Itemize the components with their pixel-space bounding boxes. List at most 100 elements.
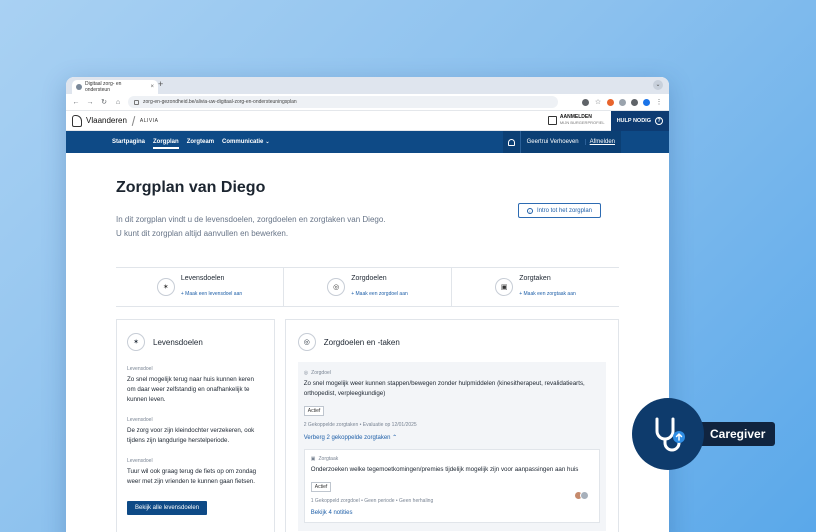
summary-levensdoelen: ✶ Levensdoelen + Maak een levensdoel aan bbox=[116, 268, 284, 306]
status-badge: Actief bbox=[303, 406, 325, 416]
info-icon: i bbox=[526, 207, 533, 214]
help-button[interactable]: HULP NODIG ? bbox=[610, 110, 669, 131]
nav-communicatie[interactable]: Communicatie ⌄ bbox=[222, 139, 270, 145]
list-item: Levensdoel Tuur wil ook graag terug de f… bbox=[127, 458, 264, 487]
caregiver-badge: Caregiver bbox=[632, 398, 792, 470]
kebab-menu-icon[interactable]: ⋮ bbox=[655, 98, 663, 106]
intro-button[interactable]: i Intro tot het zorgplan bbox=[517, 203, 601, 218]
user-area: Geertrui Verhoeven Afmelden bbox=[502, 131, 621, 153]
panel-header: ✶ Levensdoelen bbox=[127, 330, 264, 354]
caregiver-circle bbox=[632, 398, 704, 470]
nav-communicatie-label: Communicatie bbox=[222, 139, 264, 145]
summary-text: Zorgtaken + Maak een zorgtaak aan bbox=[519, 275, 576, 300]
download-icon[interactable] bbox=[631, 98, 638, 106]
target-icon: ◎ bbox=[297, 333, 316, 351]
logout-link[interactable]: Afmelden bbox=[584, 139, 615, 145]
vlaanderen-logo[interactable]: Vlaanderen ALIVIA bbox=[72, 114, 159, 127]
nav-zorgteam[interactable]: Zorgteam bbox=[187, 139, 214, 145]
browser-tabbar: Digitaal zorg- en ondersteun × + ⌄ bbox=[66, 77, 669, 94]
browser-tab[interactable]: Digitaal zorg- en ondersteun × bbox=[72, 80, 158, 94]
goal-text: Zo snel mogelijk terug naar huis kunnen … bbox=[127, 376, 254, 403]
zorgdoel-text: Zo snel mogelijk weer kunnen stappen/bew… bbox=[303, 380, 585, 397]
toggle-zorgtaken-label: Verberg 2 gekoppelde zorgtaken bbox=[303, 435, 391, 441]
summary-title: Levensdoelen bbox=[180, 274, 225, 282]
back-icon[interactable]: ← bbox=[72, 99, 80, 106]
browser-window: Digitaal zorg- en ondersteun × + ⌄ ← → ↻… bbox=[66, 77, 669, 532]
zorgtaak-label-text: Zorgtaak bbox=[318, 456, 339, 462]
address-bar[interactable]: zorg-en-gezondheid.be/alivia-uw-digitaal… bbox=[128, 96, 558, 108]
product-name: ALIVIA bbox=[139, 117, 159, 124]
stethoscope-icon bbox=[655, 417, 685, 452]
brand-name: Vlaanderen bbox=[86, 116, 127, 125]
caregiver-label: Caregiver bbox=[698, 422, 776, 446]
browser-toolbar: ← → ↻ ⌂ zorg-en-gezondheid.be/alivia-uw-… bbox=[66, 94, 669, 111]
zorgdoel-label-text: Zorgdoel bbox=[311, 370, 331, 376]
create-zorgtaak-link[interactable]: + Maak een zorgtaak aan bbox=[519, 291, 576, 297]
bell-icon bbox=[507, 138, 515, 146]
star-icon[interactable]: ☆ bbox=[594, 98, 602, 106]
panel-header: ◎ Zorgdoelen en -taken bbox=[297, 330, 606, 354]
window-menu-icon[interactable]: ⌄ bbox=[653, 80, 663, 90]
main-navigation: Startpagina Zorgplan Zorgteam Communicat… bbox=[66, 131, 669, 153]
user-box: Geertrui Verhoeven Afmelden bbox=[520, 131, 621, 153]
login-button[interactable]: AANMELDEN MIJN BURGERPROFIEL bbox=[547, 115, 605, 126]
reload-icon[interactable]: ↻ bbox=[100, 98, 108, 106]
url-text: zorg-en-gezondheid.be/alivia-uw-digitaal… bbox=[143, 99, 297, 105]
puzzle-icon[interactable] bbox=[619, 98, 626, 106]
lion-icon bbox=[72, 114, 82, 127]
goal-text: Tuur wil ook graag terug de fiets op om … bbox=[127, 468, 257, 485]
view-all-levensdoelen-button[interactable]: Bekijk alle levensdoelen bbox=[127, 501, 208, 515]
zorgdoel-card: ◎ Zorgdoel Zo snel mogelijk weer kunnen s… bbox=[297, 362, 606, 531]
new-tab-icon[interactable]: + bbox=[158, 79, 163, 89]
create-zorgdoel-link[interactable]: + Maak een zorgdoel aan bbox=[351, 291, 408, 297]
logo-divider bbox=[131, 115, 136, 126]
clipboard-small-icon: ▣ bbox=[310, 456, 316, 462]
summary-title: Zorgdoelen bbox=[351, 274, 387, 282]
zorgdoel-meta: 2 Gekoppelde zorgtaken • Evaluatie op 12… bbox=[303, 422, 417, 428]
toggle-zorgtaken-link[interactable]: Verberg 2 gekoppelde zorgtaken ⌃ bbox=[304, 434, 600, 441]
toolbar-actions: ☆ ⋮ bbox=[582, 98, 663, 106]
question-icon: ? bbox=[655, 116, 663, 125]
tab-title: Digitaal zorg- en ondersteun bbox=[84, 81, 122, 93]
extension-icon[interactable] bbox=[607, 98, 614, 106]
zorgtaak-card: ▣ Zorgtaak Onderzoeken welke tegemoetkomi… bbox=[303, 449, 600, 523]
notifications-button[interactable] bbox=[502, 131, 521, 153]
goal-label: Levensdoel bbox=[127, 417, 153, 423]
main-content: Zorgplan van Diego i Intro tot het zorgp… bbox=[66, 179, 669, 532]
assignee-avatars bbox=[574, 491, 589, 500]
summary-title: Zorgtaken bbox=[519, 274, 551, 282]
intro-button-label: Intro tot het zorgplan bbox=[536, 207, 592, 214]
home-icon[interactable]: ⌂ bbox=[114, 99, 122, 106]
page-title: Zorgplan van Diego bbox=[116, 179, 266, 196]
tab-close-icon[interactable]: × bbox=[150, 84, 154, 90]
levensdoel-icon: ✶ bbox=[127, 333, 145, 351]
goal-label: Levensdoel bbox=[127, 458, 153, 464]
chevron-up-icon: ⌃ bbox=[392, 435, 398, 441]
login-text: AANMELDEN MIJN BURGERPROFIEL bbox=[560, 115, 605, 126]
description-line-2: U kunt dit zorgplan altijd aanvullen en … bbox=[116, 229, 289, 238]
list-item: Levensdoel De zorg voor zijn kleindochte… bbox=[127, 417, 264, 446]
panels: ✶ Levensdoelen Levensdoel Zo snel mogeli… bbox=[116, 319, 619, 532]
help-label: HULP NODIG bbox=[616, 117, 651, 124]
site-header: Vlaanderen ALIVIA AANMELDEN MIJN BURGERP… bbox=[66, 110, 669, 131]
list-item: Levensdoel Zo snel mogelijk terug naar h… bbox=[127, 366, 264, 405]
view-notes-link[interactable]: Bekijk 4 notities bbox=[311, 510, 593, 516]
summary-text: Levensdoelen + Maak een levensdoel aan bbox=[181, 275, 242, 300]
nav-zorgplan[interactable]: Zorgplan bbox=[153, 139, 179, 149]
zorgdoelen-panel: ◎ Zorgdoelen en -taken ◎ Zorgdoel Zo snel… bbox=[284, 319, 619, 532]
status-badge: Actief bbox=[310, 482, 332, 492]
create-levensdoel-link[interactable]: + Maak een levensdoel aan bbox=[181, 291, 242, 297]
summary-text: Zorgdoelen + Maak een zorgdoel aan bbox=[351, 275, 408, 300]
zorgtaak-label: ▣ Zorgtaak bbox=[311, 456, 593, 462]
nav-startpagina[interactable]: Startpagina bbox=[112, 139, 145, 145]
levensdoelen-panel: ✶ Levensdoelen Levensdoel Zo snel mogeli… bbox=[116, 319, 275, 532]
zorgtaak-text: Onderzoeken welke tegemoetkomingen/premi… bbox=[310, 466, 579, 473]
profile-avatar[interactable] bbox=[643, 98, 650, 106]
panel-title: Levensdoelen bbox=[153, 337, 203, 347]
goal-label: Levensdoel bbox=[127, 366, 153, 372]
translate-icon[interactable] bbox=[582, 98, 589, 106]
zorgtaak-meta: 1 Gekoppeld zorgdoel • Geen periode • Ge… bbox=[310, 498, 434, 504]
login-sublabel: MIJN BURGERPROFIEL bbox=[559, 120, 605, 125]
summary-zorgdoelen: ◎ Zorgdoelen + Maak een zorgdoel aan bbox=[284, 268, 452, 306]
forward-icon[interactable]: → bbox=[86, 99, 94, 106]
